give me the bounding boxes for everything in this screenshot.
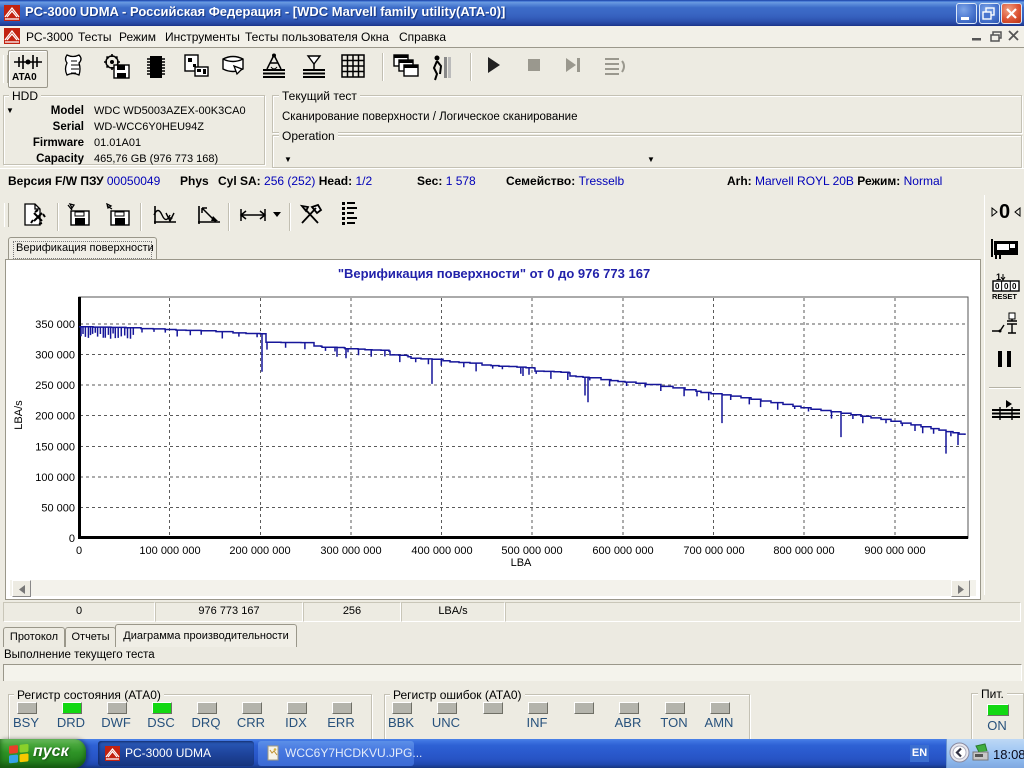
svg-text:700 000 000: 700 000 000 <box>683 545 744 557</box>
svg-text:50 000: 50 000 <box>41 502 75 514</box>
svg-text:0: 0 <box>69 533 75 545</box>
svg-text:800 000 000: 800 000 000 <box>773 545 834 557</box>
svg-text:400 000 000: 400 000 000 <box>411 545 472 557</box>
svg-text:200 000 000: 200 000 000 <box>229 545 290 557</box>
svg-text:300 000 000: 300 000 000 <box>320 545 381 557</box>
svg-text:0: 0 <box>1004 282 1009 291</box>
svg-text:100 000: 100 000 <box>35 472 75 484</box>
svg-text:100 000 000: 100 000 000 <box>139 545 200 557</box>
svg-text:150 000: 150 000 <box>35 441 75 453</box>
svg-text:0: 0 <box>999 201 1010 222</box>
svg-text:900 000 000: 900 000 000 <box>864 545 925 557</box>
svg-text:LBA: LBA <box>511 557 532 569</box>
svg-text:0: 0 <box>76 545 82 557</box>
svg-text:0: 0 <box>995 282 1000 291</box>
svg-text:0: 0 <box>1012 282 1017 291</box>
svg-text:RESET: RESET <box>992 292 1017 300</box>
svg-text:300 000: 300 000 <box>35 350 75 362</box>
svg-text:350 000: 350 000 <box>35 319 75 331</box>
svg-text:600 000 000: 600 000 000 <box>592 545 653 557</box>
svg-text:250 000: 250 000 <box>35 380 75 392</box>
svg-text:500 000 000: 500 000 000 <box>501 545 562 557</box>
svg-text:LBA/s: LBA/s <box>13 400 25 430</box>
svg-text:200 000: 200 000 <box>35 411 75 423</box>
svg-text:"Верификация поверхности" от 0: "Верификация поверхности" от 0 до 976 77… <box>338 266 650 281</box>
